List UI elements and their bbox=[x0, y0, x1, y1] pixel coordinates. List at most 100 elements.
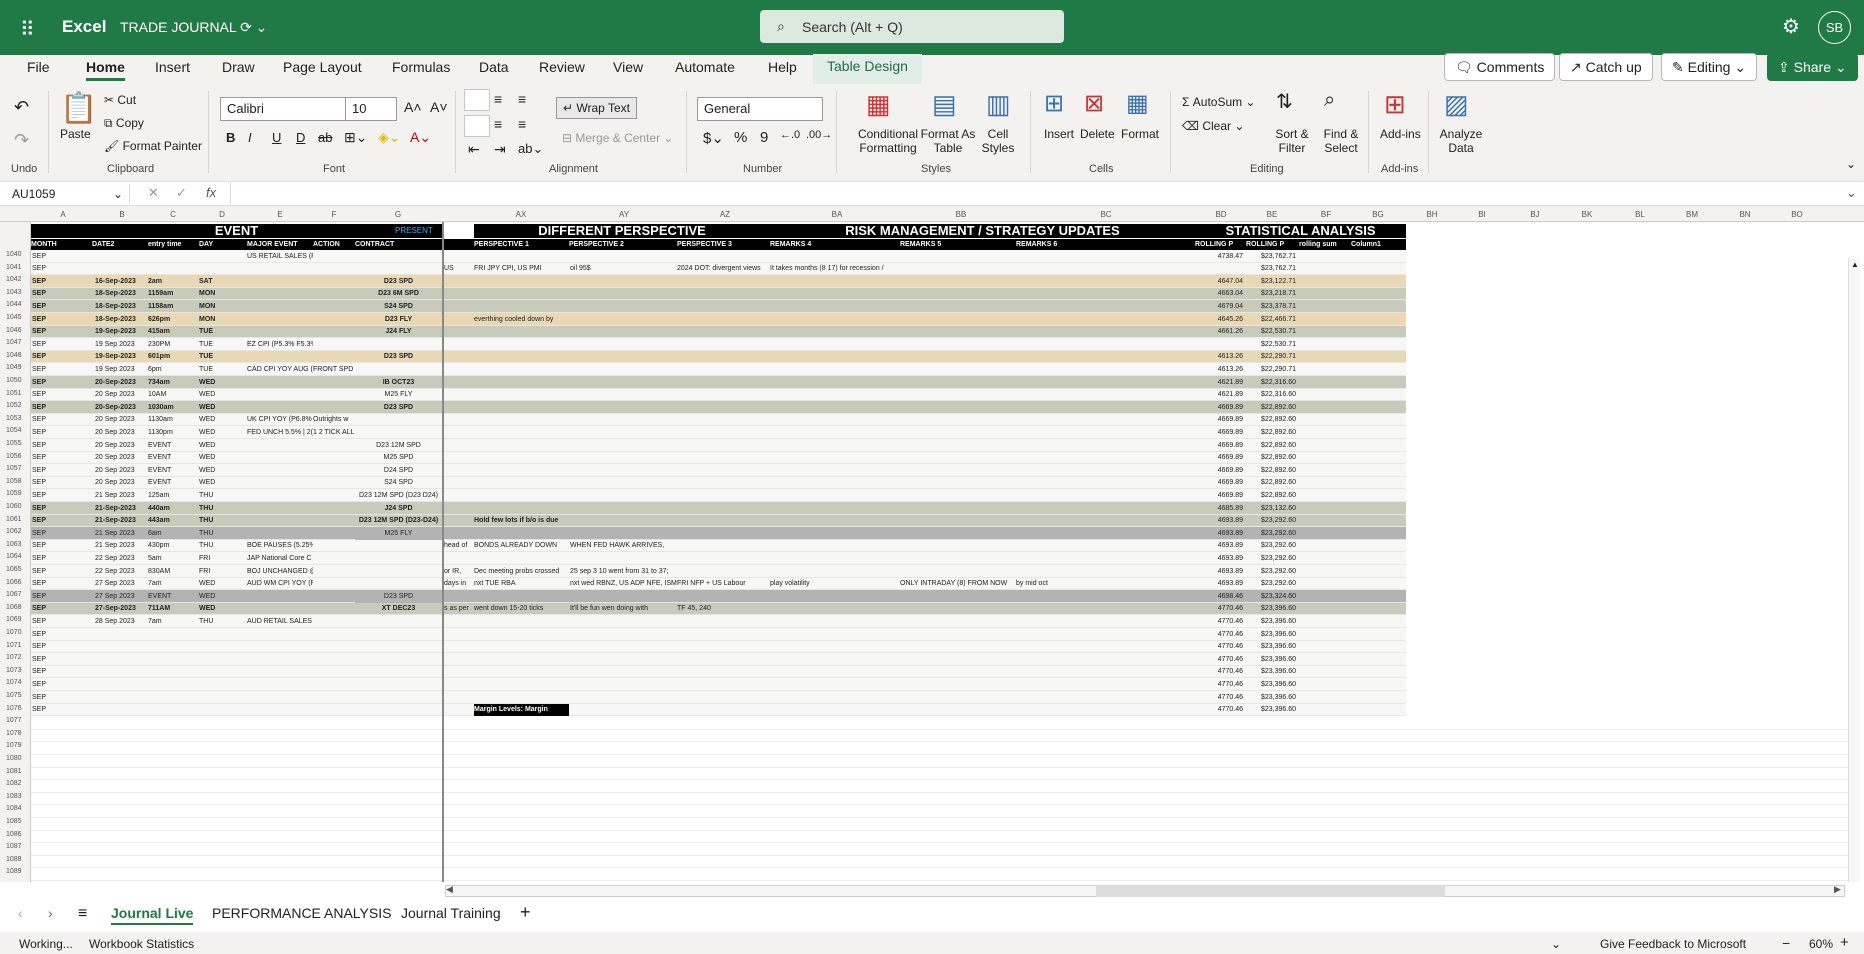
table-cell[interactable] bbox=[247, 288, 313, 300]
table-cell[interactable]: SEP bbox=[32, 603, 60, 615]
table-cell[interactable]: MON bbox=[199, 288, 247, 300]
font-size-select[interactable]: 10 bbox=[345, 97, 397, 121]
table-cell[interactable] bbox=[900, 591, 1016, 603]
table-cell[interactable] bbox=[1016, 440, 1195, 452]
table-cell[interactable] bbox=[677, 377, 770, 389]
table-cell[interactable] bbox=[444, 465, 474, 477]
table-cell[interactable]: $22,892.60 bbox=[1246, 490, 1299, 502]
table-cell[interactable] bbox=[1016, 566, 1195, 578]
table-cell[interactable] bbox=[900, 553, 1016, 565]
workbook-statistics-button[interactable]: Workbook Statistics bbox=[89, 937, 194, 951]
table-cell[interactable] bbox=[677, 654, 770, 666]
table-cell[interactable]: 18-Sep-2023 bbox=[95, 288, 147, 300]
font-color-icon[interactable]: A⌄ bbox=[410, 129, 431, 146]
table-cell[interactable]: 415am bbox=[148, 326, 198, 338]
table-cell[interactable] bbox=[570, 477, 677, 489]
row-number[interactable]: 1071 bbox=[6, 642, 30, 649]
table-cell[interactable]: WED bbox=[199, 389, 247, 401]
table-cell[interactable]: 4770.46 bbox=[1195, 629, 1246, 641]
table-cell[interactable] bbox=[444, 616, 474, 628]
table-cell[interactable] bbox=[199, 679, 247, 691]
table-cell[interactable] bbox=[355, 540, 442, 552]
table-cell[interactable]: 20-Sep-2023 bbox=[95, 402, 147, 414]
row-number[interactable]: 1047 bbox=[6, 339, 30, 346]
table-cell[interactable] bbox=[247, 351, 313, 363]
table-cell[interactable]: everthing cooled down by bbox=[474, 314, 569, 326]
table-cell[interactable]: FED UNCH 5.5% | 2( bbox=[247, 427, 313, 439]
table-cell[interactable]: ONLY INTRADAY (8) FROM NOW bbox=[900, 578, 1016, 590]
table-cell[interactable] bbox=[148, 629, 198, 641]
table-cell[interactable]: 19 Sep 2023 bbox=[95, 364, 147, 376]
row-number[interactable]: 1049 bbox=[6, 364, 30, 371]
table-cell[interactable] bbox=[247, 465, 313, 477]
table-cell[interactable] bbox=[1016, 251, 1195, 263]
percent-icon[interactable]: % bbox=[734, 129, 747, 146]
italic-icon[interactable]: I bbox=[248, 130, 252, 145]
table-cell[interactable] bbox=[444, 301, 474, 313]
paste-button[interactable]: Paste bbox=[60, 127, 91, 141]
column-header[interactable]: B bbox=[114, 210, 130, 219]
table-cell[interactable]: D23 SPD bbox=[355, 351, 442, 363]
row-number[interactable]: 1048 bbox=[6, 352, 30, 359]
table-cell[interactable] bbox=[199, 629, 247, 641]
table-cell[interactable] bbox=[570, 427, 677, 439]
table-cell[interactable]: 4770.46 bbox=[1195, 692, 1246, 704]
table-cell[interactable] bbox=[355, 339, 442, 351]
table-cell[interactable] bbox=[770, 540, 900, 552]
row-number[interactable]: 1059 bbox=[6, 490, 30, 497]
table-cell[interactable] bbox=[677, 276, 770, 288]
column-header[interactable]: D bbox=[214, 210, 230, 219]
table-cell[interactable] bbox=[677, 540, 770, 552]
table-cell[interactable]: D23 12M SPD (D23 D24) bbox=[355, 490, 442, 502]
table-cell[interactable]: $23,396.60 bbox=[1246, 692, 1299, 704]
table-cell[interactable] bbox=[95, 692, 147, 704]
table-cell[interactable]: or IR, bbox=[444, 566, 474, 578]
row-number[interactable]: 1054 bbox=[6, 427, 30, 434]
row-number[interactable]: 1072 bbox=[6, 654, 30, 661]
table-cell[interactable] bbox=[355, 654, 442, 666]
table-cell[interactable] bbox=[355, 629, 442, 641]
table-cell[interactable] bbox=[1016, 452, 1195, 464]
table-cell[interactable] bbox=[1016, 351, 1195, 363]
table-cell[interactable]: 1130am bbox=[148, 414, 198, 426]
table-cell[interactable]: 4698.46 bbox=[1195, 591, 1246, 603]
table-cell[interactable] bbox=[900, 402, 1016, 414]
table-cell[interactable]: Outrights w bbox=[313, 414, 355, 426]
table-cell[interactable] bbox=[1016, 679, 1195, 691]
table-cell[interactable] bbox=[148, 654, 198, 666]
bold-icon[interactable]: B bbox=[226, 130, 235, 145]
table-cell[interactable] bbox=[677, 591, 770, 603]
table-cell[interactable] bbox=[474, 679, 569, 691]
row-number[interactable]: 1055 bbox=[6, 440, 30, 447]
table-cell[interactable] bbox=[677, 251, 770, 263]
table-cell[interactable]: JAP National Core C bbox=[247, 553, 313, 565]
table-cell[interactable]: $22,892.60 bbox=[1246, 414, 1299, 426]
table-cell[interactable] bbox=[444, 490, 474, 502]
row-number[interactable]: 1075 bbox=[6, 692, 30, 699]
align-top-icon[interactable] bbox=[464, 89, 490, 111]
table-cell[interactable] bbox=[148, 692, 198, 704]
table-cell[interactable]: WED bbox=[199, 414, 247, 426]
table-cell[interactable]: TUE bbox=[199, 364, 247, 376]
table-cell[interactable] bbox=[355, 578, 442, 590]
table-cell[interactable]: SEP bbox=[32, 692, 60, 704]
tab-page-layout[interactable]: Page Layout bbox=[283, 59, 362, 75]
table-cell[interactable] bbox=[900, 490, 1016, 502]
column-header[interactable]: BF bbox=[1318, 210, 1334, 219]
table-cell[interactable] bbox=[1016, 314, 1195, 326]
table-cell[interactable]: $22,892.60 bbox=[1246, 477, 1299, 489]
table-cell[interactable] bbox=[247, 679, 313, 691]
row-number[interactable]: 1041 bbox=[6, 264, 30, 271]
row-number[interactable]: 1058 bbox=[6, 478, 30, 485]
format-as-table-icon[interactable]: ▤ bbox=[932, 89, 957, 120]
strikethrough-icon[interactable]: ab bbox=[318, 130, 332, 145]
table-cell[interactable] bbox=[474, 301, 569, 313]
table-cell[interactable]: $23,396.60 bbox=[1246, 603, 1299, 615]
table-cell[interactable] bbox=[677, 553, 770, 565]
table-cell[interactable]: 1 2 TICK ALL bbox=[313, 427, 355, 439]
column-filter-header[interactable]: ACTION bbox=[313, 239, 355, 250]
table-cell[interactable]: WED bbox=[199, 578, 247, 590]
table-cell[interactable]: $23,292.60 bbox=[1246, 566, 1299, 578]
row-number[interactable]: 1068 bbox=[6, 604, 30, 611]
insert-cells-icon[interactable]: ⊞ bbox=[1044, 89, 1064, 118]
